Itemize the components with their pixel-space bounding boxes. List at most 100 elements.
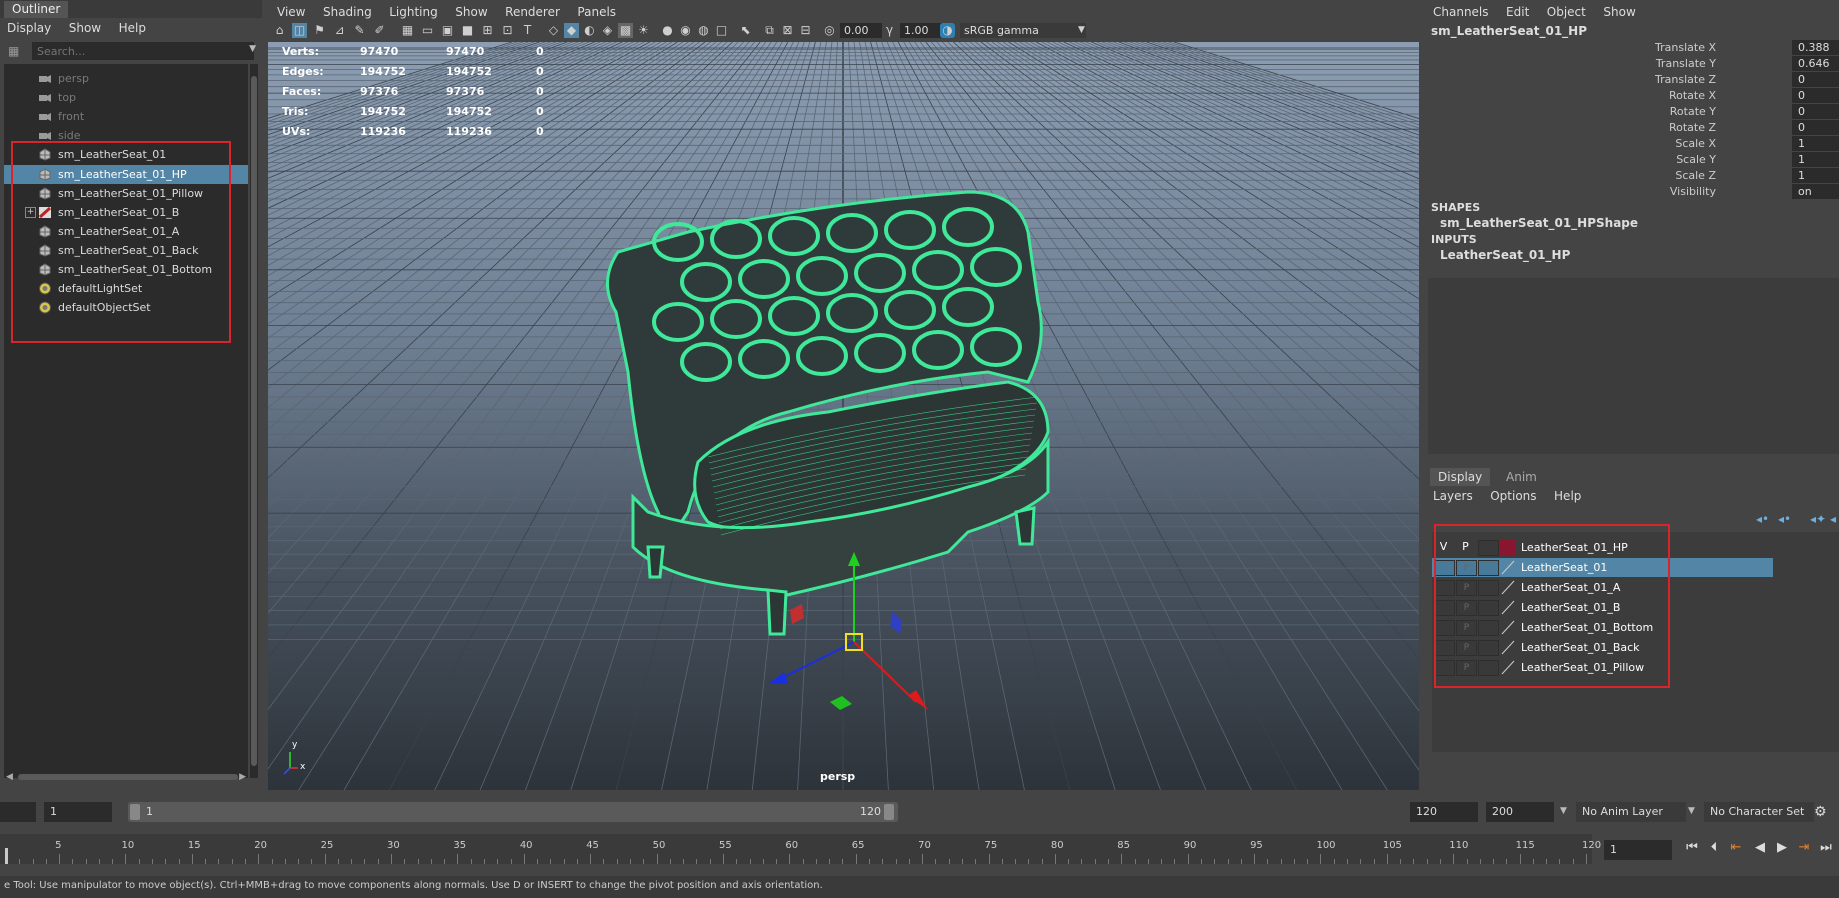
isolate-select-icon[interactable]: ⬉: [738, 23, 753, 38]
camera-attributes-icon[interactable]: ◫: [292, 23, 307, 38]
new-layer-from-selection-icon[interactable]: ◂: [1830, 512, 1836, 526]
channel-row[interactable]: Rotate Y 0: [1426, 104, 1839, 120]
channelbox-menu-channels[interactable]: Channels: [1426, 2, 1496, 22]
ambient-occlusion-icon[interactable]: ◉: [678, 23, 693, 38]
color-management-icon[interactable]: ◑: [940, 23, 955, 38]
chair-leg[interactable]: [1014, 506, 1036, 546]
channel-name[interactable]: Scale Z: [1675, 168, 1716, 184]
anim-layer-select[interactable]: No Anim Layer: [1576, 802, 1686, 822]
channelbox-menu-show[interactable]: Show: [1596, 2, 1642, 22]
scrollbar-thumb[interactable]: [18, 774, 238, 780]
exposure-field[interactable]: 0.00: [840, 23, 882, 38]
motion-blur-icon[interactable]: ◍: [696, 23, 711, 38]
outliner-item[interactable]: persp: [4, 69, 248, 88]
shadows-icon[interactable]: ●: [660, 23, 675, 38]
outliner-horizontal-scrollbar[interactable]: ◀ ▶: [4, 772, 248, 782]
channel-row[interactable]: Translate Z 0: [1426, 72, 1839, 88]
current-time-indicator[interactable]: [5, 848, 8, 864]
chevron-down-icon[interactable]: ▼: [1688, 806, 1695, 816]
grid-icon[interactable]: ▦: [400, 23, 415, 38]
playback-start-field[interactable]: [0, 802, 36, 822]
xray-components-icon[interactable]: ⊟: [798, 23, 813, 38]
channel-value-field[interactable]: on: [1792, 184, 1839, 199]
channel-row[interactable]: Rotate X 0: [1426, 88, 1839, 104]
outliner-vertical-scrollbar[interactable]: [250, 64, 258, 778]
wireframe-on-shaded-icon[interactable]: ◈: [600, 23, 615, 38]
channel-value-field[interactable]: 0: [1792, 120, 1839, 135]
channelbox-menu-edit[interactable]: Edit: [1499, 2, 1536, 22]
channel-name[interactable]: Translate Y: [1656, 56, 1716, 72]
colorspace-select[interactable]: sRGB gamma: [960, 23, 1086, 38]
anti-aliasing-icon[interactable]: □: [714, 23, 729, 38]
channel-name[interactable]: Scale Y: [1676, 152, 1716, 168]
preferences-icon[interactable]: ⚙: [1814, 804, 1827, 820]
wireframe-chair-mesh[interactable]: [606, 190, 1050, 636]
default-material-icon[interactable]: ◐: [582, 23, 597, 38]
layereditor-menu-help[interactable]: Help: [1547, 486, 1588, 506]
safe-title-icon[interactable]: T: [520, 23, 535, 38]
channel-row[interactable]: Translate X 0.388: [1426, 40, 1839, 56]
wireframe-icon[interactable]: ◇: [546, 23, 561, 38]
select-camera-icon[interactable]: ⌂: [272, 23, 287, 38]
channel-name[interactable]: Rotate Z: [1669, 120, 1716, 136]
channel-row[interactable]: Visibility on: [1426, 184, 1839, 200]
outliner-menu-show[interactable]: Show: [62, 18, 108, 38]
layereditor-menu-options[interactable]: Options: [1483, 486, 1543, 506]
scrollbar-thumb[interactable]: [251, 76, 257, 766]
viewport-menu-renderer[interactable]: Renderer: [498, 2, 567, 22]
film-gate-icon[interactable]: ▭: [420, 23, 435, 38]
lights-icon[interactable]: ☀: [636, 23, 651, 38]
channel-name[interactable]: Translate X: [1655, 40, 1716, 56]
channel-name[interactable]: Rotate X: [1669, 88, 1716, 104]
viewport-menu-panels[interactable]: Panels: [570, 2, 623, 22]
step-forward-key-icon[interactable]: ⇥: [1796, 840, 1812, 856]
channelbox-menu-object[interactable]: Object: [1540, 2, 1593, 22]
range-end-handle[interactable]: [884, 804, 894, 820]
safe-action-icon[interactable]: ⊡: [500, 23, 515, 38]
viewport-3d[interactable]: y x Verts: 97470 97470 0 Edges: 194752 194752 0…: [268, 42, 1419, 790]
input-node-name[interactable]: LeatherSeat_01_HP: [1440, 248, 1570, 262]
xray-icon[interactable]: ⧉: [762, 23, 777, 38]
filter-icon[interactable]: ▦: [8, 44, 22, 58]
shape-node-name[interactable]: sm_LeatherSeat_01_HPShape: [1440, 216, 1638, 230]
chevron-down-icon[interactable]: ▼: [1074, 23, 1089, 38]
channel-row[interactable]: Scale Z 1: [1426, 168, 1839, 184]
outliner-item[interactable]: front: [4, 107, 248, 126]
chair-leg[interactable]: [766, 588, 788, 636]
step-back-key-icon[interactable]: ⇤: [1728, 840, 1744, 856]
channel-row[interactable]: Scale X 1: [1426, 136, 1839, 152]
outliner-tab[interactable]: Outliner: [4, 1, 69, 18]
chevron-down-icon[interactable]: ▼: [1560, 806, 1567, 816]
channel-name[interactable]: Scale X: [1675, 136, 1716, 152]
x-axis-handle[interactable]: [908, 690, 928, 710]
bookmark-icon[interactable]: ⚑: [312, 23, 327, 38]
grease-pencil-icon[interactable]: ✐: [372, 23, 387, 38]
channel-value-field[interactable]: 1: [1792, 168, 1839, 183]
channel-value-field[interactable]: 0.646: [1792, 56, 1839, 71]
2d-pan-icon[interactable]: ✎: [352, 23, 367, 38]
channel-value-field[interactable]: 1: [1792, 152, 1839, 167]
go-to-end-icon[interactable]: ⏭: [1818, 840, 1834, 856]
channel-row[interactable]: Scale Y 1: [1426, 152, 1839, 168]
animation-end-field[interactable]: 200: [1486, 802, 1554, 822]
character-set-select[interactable]: No Character Set: [1704, 802, 1814, 822]
outliner-menu-display[interactable]: Display: [0, 18, 58, 38]
layereditor-menu-layers[interactable]: Layers: [1426, 486, 1480, 506]
new-empty-layer-icon[interactable]: ◂✦: [1810, 512, 1826, 526]
image-plane-icon[interactable]: ⊿: [332, 23, 347, 38]
go-to-start-icon[interactable]: ⏮: [1684, 840, 1700, 856]
move-layer-up-icon[interactable]: ◂•: [1756, 512, 1769, 526]
xz-plane-handle[interactable]: [830, 696, 852, 710]
exposure-icon[interactable]: ◎: [822, 23, 837, 38]
gamma-icon[interactable]: γ: [882, 23, 897, 38]
play-backwards-icon[interactable]: ◀: [1752, 840, 1768, 856]
channel-name[interactable]: Visibility: [1670, 184, 1716, 200]
gamma-field[interactable]: 1.00: [900, 23, 942, 38]
playback-end-field[interactable]: 120: [1410, 802, 1478, 822]
gate-mask-icon[interactable]: ■: [460, 23, 475, 38]
resolution-gate-icon[interactable]: ▣: [440, 23, 455, 38]
tab-anim[interactable]: Anim: [1498, 468, 1545, 486]
yz-plane-handle[interactable]: [890, 612, 902, 634]
current-frame-field[interactable]: 1: [1604, 840, 1672, 860]
xray-joints-icon[interactable]: ⊠: [780, 23, 795, 38]
